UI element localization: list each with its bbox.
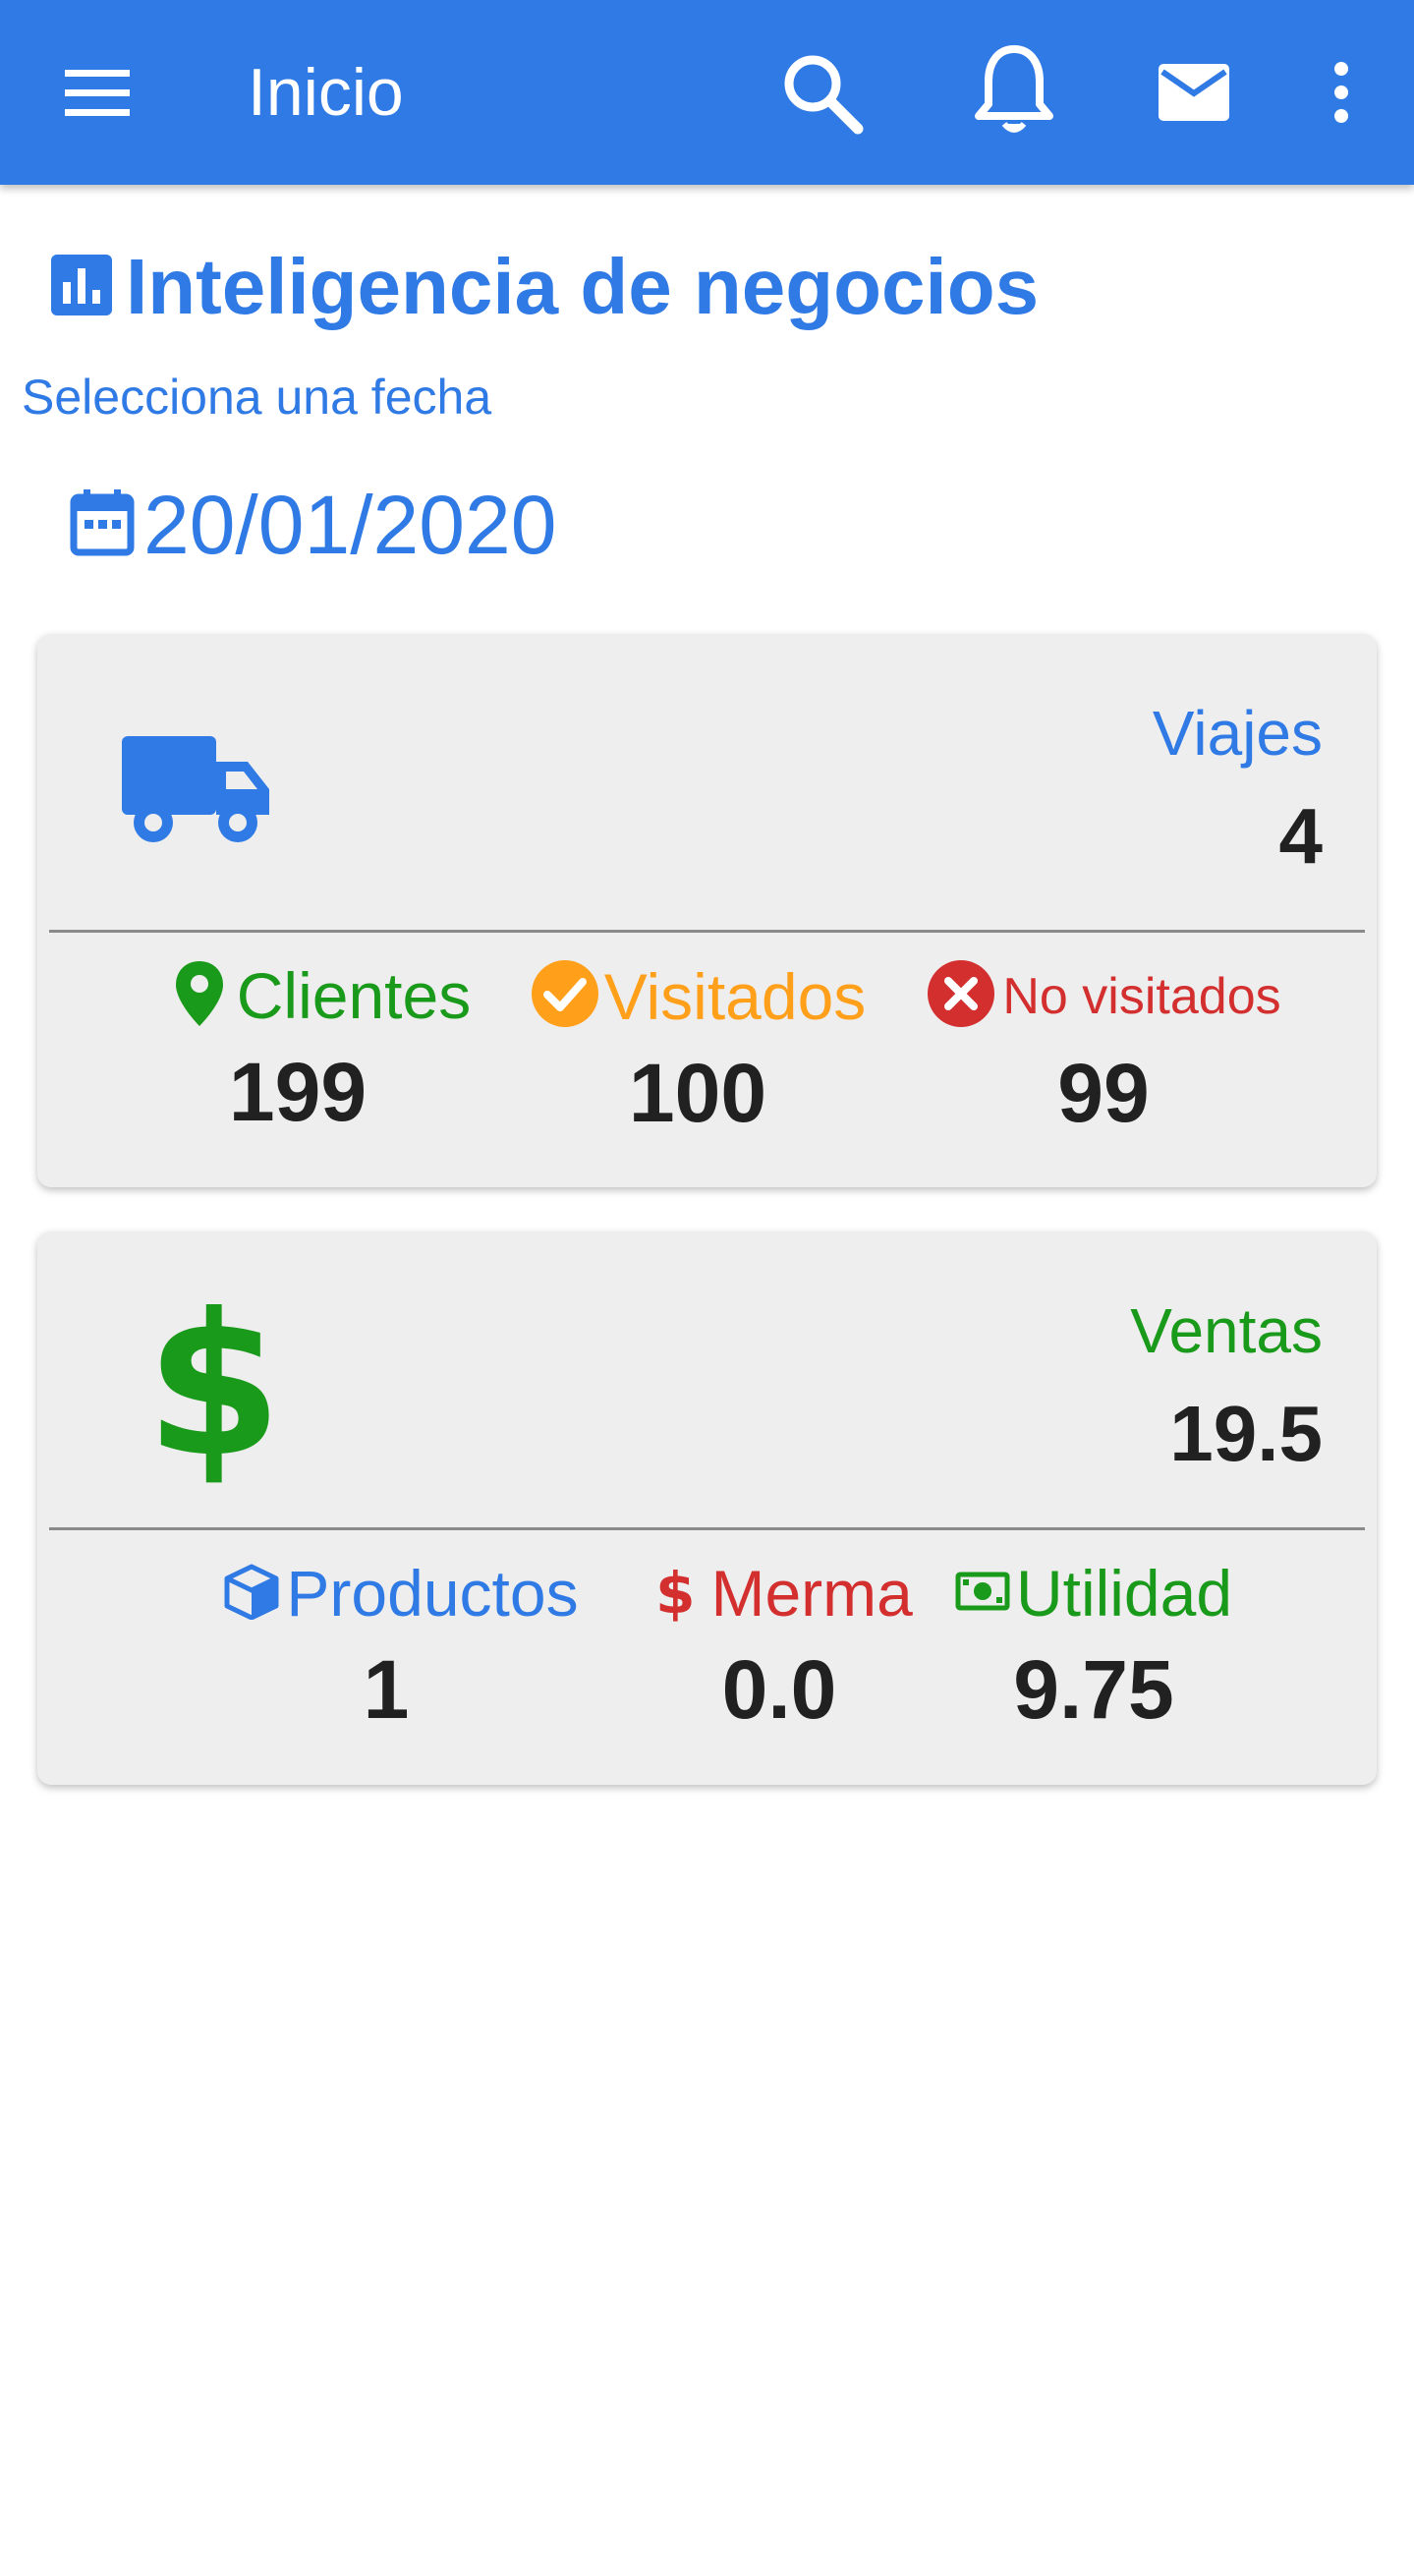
- stat-label: Utilidad: [1015, 1557, 1233, 1630]
- sales-card: $ Ventas 19.5 Productos 1 $ Merma 0.0 Ut…: [37, 1231, 1377, 1785]
- check-circle-icon: [530, 958, 600, 1034]
- cancel-circle-icon: [926, 958, 996, 1034]
- dollar-icon: $: [145, 1272, 283, 1501]
- app-bar: Inicio: [0, 0, 1414, 185]
- stat-clientes: Clientes 199: [136, 958, 509, 1140]
- dollar-small-icon: $: [655, 1560, 696, 1627]
- stat-no-visitados: No visitados 99: [907, 958, 1300, 1141]
- search-icon[interactable]: [774, 45, 869, 140]
- stat-productos: Productos 1: [195, 1556, 607, 1738]
- bell-icon[interactable]: [967, 41, 1061, 140]
- stat-value: 1: [363, 1643, 410, 1736]
- stat-merma: $ Merma 0.0: [632, 1556, 936, 1738]
- trips-value: 4: [1278, 792, 1324, 880]
- cube-icon: [223, 1563, 280, 1625]
- date-value: 20/01/2020: [143, 479, 557, 571]
- sales-value: 19.5: [1169, 1390, 1323, 1477]
- stat-label: Visitados: [603, 959, 867, 1033]
- divider: [49, 930, 1365, 933]
- stat-value: 99: [1057, 1047, 1150, 1139]
- more-vert-icon[interactable]: [1317, 55, 1366, 130]
- bar-chart-icon: [49, 253, 114, 322]
- stat-value: 0.0: [721, 1643, 837, 1736]
- stat-value: 100: [628, 1047, 767, 1139]
- page-title: Inicio: [248, 55, 404, 130]
- cash-icon: [955, 1572, 1010, 1616]
- stat-label: Productos: [286, 1557, 579, 1630]
- calendar-icon: [69, 487, 136, 563]
- divider: [49, 1527, 1365, 1530]
- date-hint-label: Selecciona una fecha: [22, 370, 492, 425]
- stat-utilidad: Utilidad 9.75: [922, 1556, 1266, 1738]
- stat-value: 199: [228, 1046, 368, 1138]
- stat-value: 9.75: [1013, 1643, 1174, 1736]
- menu-icon[interactable]: [55, 55, 140, 130]
- mail-icon[interactable]: [1152, 55, 1236, 130]
- trips-card: Viajes 4 Clientes 199 Visitados 100 No v…: [37, 634, 1377, 1187]
- section-header: Inteligencia de negocios: [49, 238, 1039, 336]
- section-title: Inteligencia de negocios: [126, 243, 1040, 330]
- stat-visitados: Visitados 100: [501, 958, 894, 1141]
- stat-label: Merma: [710, 1557, 913, 1630]
- sales-label: Ventas: [1130, 1295, 1323, 1366]
- stat-label: No visitados: [1002, 967, 1281, 1025]
- date-picker[interactable]: 20/01/2020: [69, 476, 556, 574]
- location-pin-icon: [174, 959, 225, 1033]
- stat-label: Clientes: [236, 959, 472, 1032]
- truck-icon: [120, 732, 273, 855]
- trips-label: Viajes: [1152, 698, 1323, 769]
